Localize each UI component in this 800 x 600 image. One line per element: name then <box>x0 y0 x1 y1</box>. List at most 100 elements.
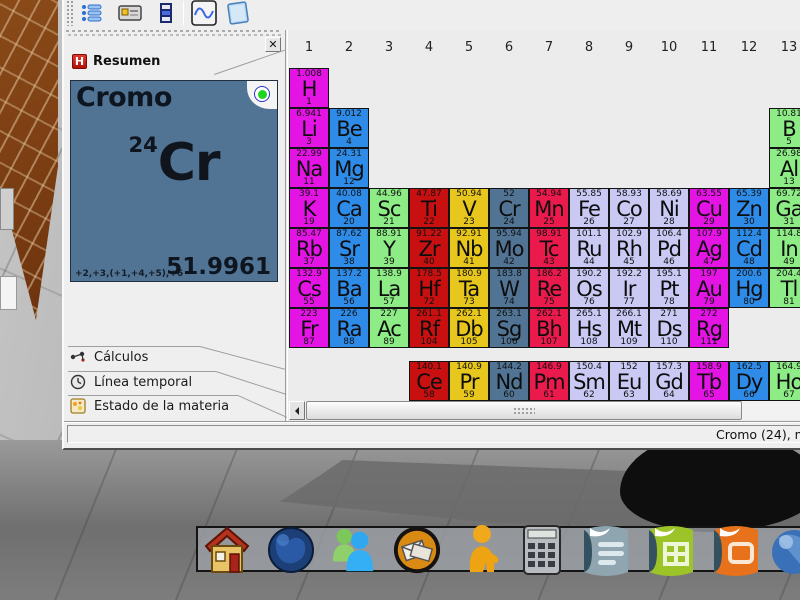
element-cell-Ac[interactable]: 227Ac89 <box>369 308 409 348</box>
element-cell-Mt[interactable]: 266.1Mt109 <box>609 308 649 348</box>
element-cell-Nb[interactable]: 92.91Nb41 <box>449 228 489 268</box>
element-cell-Rg[interactable]: 272Rg111 <box>689 308 729 348</box>
sidebar-tab-linea-temporal[interactable]: Línea temporal <box>66 371 284 395</box>
element-cell-Na[interactable]: 22.99Na11 <box>289 148 329 188</box>
element-cell-Ag[interactable]: 107.9Ag47 <box>689 228 729 268</box>
instant-messenger-buddies-icon[interactable] <box>328 524 378 576</box>
element-cell-Ir[interactable]: 192.2Ir77 <box>609 268 649 308</box>
element-cell-Hf[interactable]: 178.5Hf72 <box>409 268 449 308</box>
close-panel-button[interactable]: ✕ <box>265 37 281 52</box>
element-cell-Mo[interactable]: 95.94Mo42 <box>489 228 529 268</box>
element-cell-Pt[interactable]: 195.1Pt78 <box>649 268 689 308</box>
element-cell-Eu[interactable]: 152Eu63 <box>609 361 649 401</box>
element-cell-Au[interactable]: 197Au79 <box>689 268 729 308</box>
openoffice-writer-icon[interactable] <box>576 524 634 580</box>
element-cell-Cu[interactable]: 63.55Cu29 <box>689 188 729 228</box>
element-cell-Rb[interactable]: 85.47Rb37 <box>289 228 329 268</box>
element-cell-Nd[interactable]: 144.2Nd60 <box>489 361 529 401</box>
element-cell-Tc[interactable]: 98.91Tc43 <box>529 228 569 268</box>
element-cell-Ra[interactable]: 226Ra88 <box>329 308 369 348</box>
dock-handle[interactable] <box>66 30 282 37</box>
email-circle-icon[interactable] <box>392 524 442 576</box>
element-cell-Pr[interactable]: 140.9Pr59 <box>449 361 489 401</box>
element-cell-W[interactable]: 183.8W74 <box>489 268 529 308</box>
element-cell-Tl[interactable]: 204.4Tl81 <box>769 268 800 308</box>
element-number: 19 <box>290 217 328 227</box>
toolbar-grip[interactable] <box>66 0 73 26</box>
web-browser-globe-icon[interactable] <box>266 524 316 576</box>
element-cell-Al[interactable]: 26.98Al13 <box>769 148 800 188</box>
element-cell-B[interactable]: 10.81B5 <box>769 108 800 148</box>
element-cell-Sm[interactable]: 150.4Sm62 <box>569 361 609 401</box>
home-icon[interactable] <box>202 524 252 576</box>
openoffice-calc-icon[interactable] <box>641 524 699 580</box>
element-number: 106 <box>490 337 528 347</box>
element-cell-Zn[interactable]: 65.39Zn30 <box>729 188 769 228</box>
plot-icon[interactable] <box>190 0 218 27</box>
element-cell-Sr[interactable]: 87.62Sr38 <box>329 228 369 268</box>
element-number: 22 <box>410 217 448 227</box>
glossary-icon[interactable] <box>224 0 252 27</box>
element-cell-In[interactable]: 114.8In49 <box>769 228 800 268</box>
element-cell-Ni[interactable]: 58.69Ni28 <box>649 188 689 228</box>
buddy-person-icon[interactable] <box>464 524 500 576</box>
sidebar-tab-estado-materia[interactable]: Estado de la materia <box>66 395 284 419</box>
element-cell-Dy[interactable]: 162.5Dy66 <box>729 361 769 401</box>
element-number: 76 <box>570 297 608 307</box>
sidebar-list-icon[interactable] <box>78 0 106 27</box>
element-number: 74 <box>490 297 528 307</box>
element-cell-Mn[interactable]: 54.94Mn25 <box>529 188 569 228</box>
element-cell-Be[interactable]: 9.012Be4 <box>329 108 369 148</box>
element-cell-Ca[interactable]: 40.08Ca20 <box>329 188 369 228</box>
element-cell-H[interactable]: 1.008H1 <box>289 68 329 108</box>
element-cell-Db[interactable]: 262.1Db105 <box>449 308 489 348</box>
selected-radio-button[interactable] <box>254 86 270 102</box>
element-cell-Fr[interactable]: 223Fr87 <box>289 308 329 348</box>
element-cell-K[interactable]: 39.1K19 <box>289 188 329 228</box>
element-cell-Sc[interactable]: 44.96Sc21 <box>369 188 409 228</box>
scrollbar-thumb[interactable] <box>306 401 742 420</box>
element-cell-Ru[interactable]: 101.1Ru44 <box>569 228 609 268</box>
element-cell-Rh[interactable]: 102.9Rh45 <box>609 228 649 268</box>
element-cell-V[interactable]: 50.94V23 <box>449 188 489 228</box>
openoffice-impress-icon[interactable] <box>706 524 764 580</box>
element-cell-Gd[interactable]: 157.3Gd64 <box>649 361 689 401</box>
element-cell-Co[interactable]: 58.93Co27 <box>609 188 649 228</box>
element-cell-Os[interactable]: 190.2Os76 <box>569 268 609 308</box>
element-cell-Mg[interactable]: 24.31Mg12 <box>329 148 369 188</box>
element-number: 62 <box>570 390 608 400</box>
element-cell-Ta[interactable]: 180.9Ta73 <box>449 268 489 308</box>
element-cell-Cs[interactable]: 132.9Cs55 <box>289 268 329 308</box>
element-cell-Pd[interactable]: 106.4Pd46 <box>649 228 689 268</box>
element-cell-Ds[interactable]: 271Ds110 <box>649 308 689 348</box>
element-cell-Cr[interactable]: 52Cr24 <box>489 188 529 228</box>
sidebar-tab-calculos[interactable]: Cálculos <box>66 346 284 370</box>
element-cell-Ba[interactable]: 137.2Ba56 <box>329 268 369 308</box>
element-cell-Sg[interactable]: 263.1Sg106 <box>489 308 529 348</box>
scroll-left-button[interactable] <box>289 401 305 420</box>
flashcard-icon[interactable] <box>116 0 144 27</box>
element-number: 61 <box>530 390 568 400</box>
element-cell-La[interactable]: 138.9La57 <box>369 268 409 308</box>
element-cell-Hg[interactable]: 200.6Hg80 <box>729 268 769 308</box>
element-cell-Zr[interactable]: 91.22Zr40 <box>409 228 449 268</box>
element-cell-Rf[interactable]: 261.1Rf104 <box>409 308 449 348</box>
element-number: 89 <box>370 337 408 347</box>
element-cell-Pm[interactable]: 146.9Pm61 <box>529 361 569 401</box>
element-cell-Ho[interactable]: 164.9Ho67 <box>769 361 800 401</box>
element-cell-Tb[interactable]: 158.9Tb65 <box>689 361 729 401</box>
element-cell-Fe[interactable]: 55.85Fe26 <box>569 188 609 228</box>
element-cell-Y[interactable]: 88.91Y39 <box>369 228 409 268</box>
element-cell-Re[interactable]: 186.2Re75 <box>529 268 569 308</box>
tables-icon[interactable] <box>152 0 180 27</box>
konqueror-globe-icon[interactable] <box>766 524 800 576</box>
element-cell-Cd[interactable]: 112.4Cd48 <box>729 228 769 268</box>
calculator-icon[interactable] <box>518 524 564 576</box>
element-cell-Ga[interactable]: 69.72Ga31 <box>769 188 800 228</box>
element-cell-Ce[interactable]: 140.1Ce58 <box>409 361 449 401</box>
element-cell-Bh[interactable]: 262.1Bh107 <box>529 308 569 348</box>
element-cell-Li[interactable]: 6.941Li3 <box>289 108 329 148</box>
element-cell-Ti[interactable]: 47.87Ti22 <box>409 188 449 228</box>
element-cell-Hs[interactable]: 265.1Hs108 <box>569 308 609 348</box>
element-number: 73 <box>450 297 488 307</box>
